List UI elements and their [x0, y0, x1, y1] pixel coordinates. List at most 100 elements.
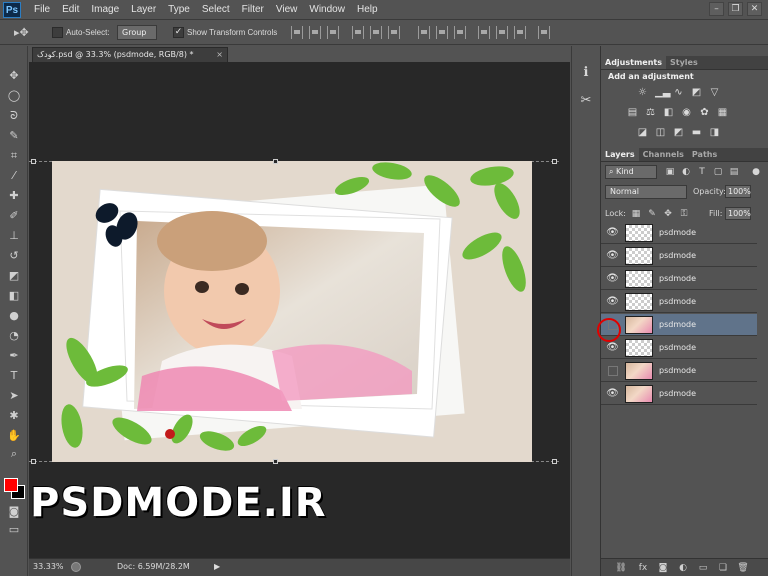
align-top-edges-icon[interactable]: [291, 26, 303, 39]
layer-row[interactable]: 👁 psdmode: [601, 383, 757, 405]
transform-handle-br[interactable]: [552, 459, 557, 464]
color-balance-icon[interactable]: ⚖: [645, 108, 656, 118]
menu-edit[interactable]: Edit: [56, 0, 85, 20]
align-horizontal-centers-icon[interactable]: [370, 26, 382, 39]
distribute-top-icon[interactable]: [418, 26, 430, 39]
channel-mixer-icon[interactable]: ✿: [699, 108, 710, 118]
layer-row[interactable]: 👁 psdmode: [601, 222, 757, 244]
show-transform-checkbox[interactable]: ✓: [173, 27, 184, 38]
levels-icon[interactable]: ▁▃: [655, 88, 670, 98]
quick-selection-tool-icon[interactable]: ✎: [5, 128, 23, 144]
distribute-bottom-icon[interactable]: [454, 26, 466, 39]
restore-button[interactable]: ❐: [728, 2, 743, 16]
layer-row[interactable]: 👁 psdmode: [601, 291, 757, 313]
delete-layer-icon[interactable]: 🗑: [737, 562, 749, 574]
auto-select-group-dropdown[interactable]: Group: [117, 25, 157, 40]
transform-handle-tr[interactable]: [552, 159, 557, 164]
menu-file[interactable]: File: [28, 0, 56, 20]
status-menu-arrow-icon[interactable]: ▶: [214, 559, 220, 575]
zoom-tool-icon[interactable]: ⌕: [5, 446, 23, 462]
filter-pixel-icon[interactable]: ▣: [665, 167, 675, 177]
visibility-eye-icon[interactable]: 👁: [606, 341, 619, 354]
blur-tool-icon[interactable]: ●: [5, 308, 23, 324]
black-white-icon[interactable]: ◧: [663, 108, 674, 118]
transform-handle-bl[interactable]: [31, 459, 36, 464]
menu-filter[interactable]: Filter: [236, 0, 270, 20]
path-selection-tool-icon[interactable]: ➤: [5, 388, 23, 404]
tab-styles[interactable]: Styles: [666, 56, 702, 69]
tab-adjustments[interactable]: Adjustments: [601, 56, 666, 69]
layer-style-fx-icon[interactable]: fx: [637, 562, 649, 574]
menu-help[interactable]: Help: [351, 0, 384, 20]
close-button[interactable]: ✕: [747, 2, 762, 16]
tab-layers[interactable]: Layers: [601, 148, 639, 161]
shape-tool-icon[interactable]: ✱: [5, 408, 23, 424]
lasso-tool-icon[interactable]: ᘐ: [5, 108, 23, 124]
adjustment-layer-icon[interactable]: ◐: [677, 562, 689, 574]
type-tool-icon[interactable]: T: [5, 368, 23, 384]
color-lookup-icon[interactable]: ▦: [717, 108, 728, 118]
visibility-eye-icon[interactable]: 👁: [606, 272, 619, 285]
clone-stamp-tool-icon[interactable]: ⊥: [5, 228, 23, 244]
photo-filter-icon[interactable]: ◉: [681, 108, 692, 118]
gradient-map-icon[interactable]: ▬: [691, 128, 702, 138]
transform-handle-tl[interactable]: [31, 159, 36, 164]
selective-color-icon[interactable]: ◨: [709, 128, 720, 138]
visibility-eye-icon[interactable]: 👁: [606, 249, 619, 262]
status-info-icon[interactable]: [71, 562, 81, 572]
align-right-edges-icon[interactable]: [388, 26, 400, 39]
filter-toggle-icon[interactable]: ●: [751, 167, 761, 177]
info-panel-icon[interactable]: ℹ: [577, 64, 595, 82]
document-image[interactable]: [52, 161, 532, 462]
foreground-color-swatch[interactable]: [4, 478, 18, 492]
distribute-left-icon[interactable]: [478, 26, 490, 39]
lock-all-icon[interactable]: ⚿: [679, 209, 689, 219]
vibrance-icon[interactable]: ▽: [709, 88, 720, 98]
healing-brush-tool-icon[interactable]: ✚: [5, 188, 23, 204]
distribute-vcenter-icon[interactable]: [436, 26, 448, 39]
lock-position-icon[interactable]: ✥: [663, 209, 673, 219]
align-left-edges-icon[interactable]: [352, 26, 364, 39]
filter-shape-icon[interactable]: ▢: [713, 167, 723, 177]
align-vertical-centers-icon[interactable]: [309, 26, 321, 39]
paint-bucket-tool-icon[interactable]: ◧: [5, 288, 23, 304]
new-layer-icon[interactable]: ❏: [717, 562, 729, 574]
visibility-empty-icon[interactable]: [606, 364, 619, 377]
move-tool-icon[interactable]: ✥: [5, 68, 23, 84]
tab-paths[interactable]: Paths: [688, 148, 721, 161]
lock-transparent-icon[interactable]: ▦: [631, 209, 641, 219]
quick-mask-icon[interactable]: ◙: [5, 504, 23, 520]
document-tab[interactable]: کودک.psd @ 33.3% (psdmode, RGB/8) * ×: [32, 47, 228, 62]
transform-handle-tc[interactable]: [273, 159, 278, 164]
menu-layer[interactable]: Layer: [125, 0, 162, 20]
threshold-icon[interactable]: ◩: [673, 128, 684, 138]
menu-type[interactable]: Type: [162, 0, 196, 20]
eraser-tool-icon[interactable]: ◩: [5, 268, 23, 284]
blend-mode-dropdown[interactable]: Normal: [605, 185, 687, 199]
lock-image-icon[interactable]: ✎: [647, 209, 657, 219]
filter-type-icon[interactable]: T: [697, 167, 707, 177]
tab-channels[interactable]: Channels: [639, 148, 688, 161]
align-bottom-edges-icon[interactable]: [327, 26, 339, 39]
menu-image[interactable]: Image: [85, 0, 125, 20]
visibility-eye-icon[interactable]: 👁: [606, 387, 619, 400]
zoom-level[interactable]: 33.33%: [33, 559, 64, 575]
auto-align-layers-icon[interactable]: [538, 26, 550, 39]
layer-row[interactable]: 👁 psdmode: [601, 337, 757, 359]
hand-tool-icon[interactable]: ✋: [5, 428, 23, 444]
layer-row[interactable]: 👁 psdmode: [601, 245, 757, 267]
layer-row-selected[interactable]: psdmode: [601, 314, 757, 336]
exposure-icon[interactable]: ◩: [691, 88, 702, 98]
menu-view[interactable]: View: [270, 0, 304, 20]
brush-tool-icon[interactable]: ✐: [5, 208, 23, 224]
pen-tool-icon[interactable]: ✒: [5, 348, 23, 364]
link-layers-icon[interactable]: ⛓: [615, 562, 627, 574]
filter-adjustment-icon[interactable]: ◐: [681, 167, 691, 177]
dodge-tool-icon[interactable]: ◔: [5, 328, 23, 344]
minimize-button[interactable]: –: [709, 2, 724, 16]
tool-presets-icon[interactable]: ✂: [577, 92, 595, 110]
menu-select[interactable]: Select: [196, 0, 236, 20]
crop-tool-icon[interactable]: ⌗: [5, 148, 23, 164]
hue-saturation-icon[interactable]: ▤: [627, 108, 638, 118]
distribute-hcenter-icon[interactable]: [496, 26, 508, 39]
